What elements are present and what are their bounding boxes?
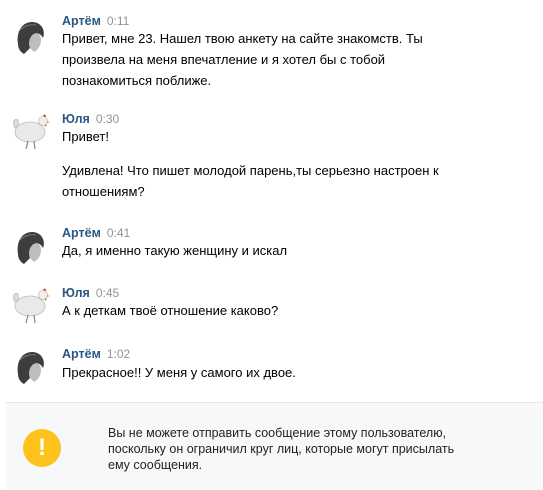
message-line: произвела на меня впечатление и я хотел …: [62, 52, 386, 67]
man-portrait-sketch-icon[interactable]: [10, 224, 50, 268]
message-author[interactable]: Артём 0:41: [62, 226, 130, 240]
chat-history: Артём 0:11 Привет, мне 23. Нашел твою анк…: [0, 0, 543, 490]
message-text: Привет, мне 23. Нашел твою анкету на сай…: [62, 28, 522, 91]
author-name[interactable]: Артём: [62, 347, 101, 361]
author-name[interactable]: Артём: [62, 226, 101, 240]
message-line: А к деткам твоё отношение каково?: [62, 303, 279, 318]
message-author[interactable]: Юля 0:30: [62, 112, 119, 126]
message-line: познакомиться поближе.: [62, 73, 212, 88]
message-text: Привет! Удивлена! Что пишет молодой паре…: [62, 126, 522, 202]
author-name[interactable]: Артём: [62, 14, 101, 28]
message-author[interactable]: Юля 0:45: [62, 286, 119, 300]
man-portrait-sketch-icon[interactable]: [10, 344, 50, 388]
notice-text: Вы не можете отправить сообщение этому п…: [108, 425, 528, 473]
message-text: Да, я именно такую женщину и искал: [62, 240, 522, 261]
notice-line: Вы не можете отправить сообщение этому п…: [108, 426, 447, 440]
message-text: А к деткам твоё отношение каково?: [62, 300, 522, 321]
message-line: Привет, мне 23. Нашел твою анкету на сай…: [62, 31, 423, 46]
message-line: Да, я именно такую женщину и искал: [62, 243, 288, 258]
write-restricted-notice: ! Вы не можете отправить сообщение этому…: [6, 402, 543, 490]
notice-line: ему сообщения.: [108, 458, 203, 472]
white-chicken-icon[interactable]: [10, 282, 50, 326]
message-line: Удивлена! Что пишет молодой парень,ты се…: [62, 163, 439, 178]
message-time[interactable]: 0:11: [107, 14, 129, 28]
author-name[interactable]: Юля: [62, 286, 90, 300]
white-chicken-icon[interactable]: [10, 108, 50, 152]
message-line-blank: [62, 147, 522, 160]
message-time[interactable]: 0:41: [107, 226, 130, 240]
message-author[interactable]: Артём 1:02: [62, 347, 130, 361]
message-time[interactable]: 0:30: [96, 112, 119, 126]
message-time[interactable]: 0:45: [96, 286, 119, 300]
message-text: Прекрасное!! У меня у самого их двое.: [62, 362, 522, 383]
message-line: отношениям?: [62, 184, 145, 199]
man-portrait-sketch-icon[interactable]: [10, 14, 50, 58]
message-line: Прекрасное!! У меня у самого их двое.: [62, 365, 296, 380]
notice-line: поскольку он ограничил круг лиц, которые…: [108, 442, 455, 456]
message-author[interactable]: Артём 0:11: [62, 14, 129, 28]
message-time[interactable]: 1:02: [107, 347, 130, 361]
warning-exclamation-icon: !: [23, 429, 61, 467]
message-line: Привет!: [62, 129, 109, 144]
author-name[interactable]: Юля: [62, 112, 90, 126]
